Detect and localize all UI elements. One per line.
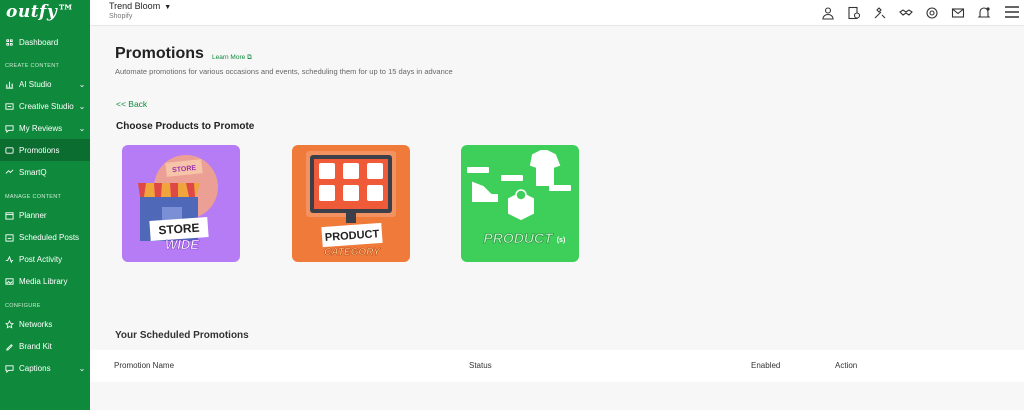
promotions-table-header: Promotion Name Status Enabled Action <box>90 350 1024 382</box>
sidebar-item-scheduled-posts[interactable]: Scheduled Posts <box>0 226 90 248</box>
menu-icon[interactable] <box>1004 5 1020 19</box>
chevron-down-icon: ⌄ <box>78 363 86 373</box>
product-category-line2: CATEGORY <box>324 247 381 258</box>
products-illustration: PRODUCT (s) <box>461 145 579 262</box>
smartq-icon <box>5 168 14 177</box>
page-subtitle: Automate promotions for various occasion… <box>115 67 453 76</box>
sidebar-item-label: Brand Kit <box>19 341 52 351</box>
chevron-down-icon: ⌄ <box>78 123 86 133</box>
sidebar-item-media-library[interactable]: Media Library <box>0 270 90 292</box>
topbar: Trend Bloom ▼ Shopify <box>90 0 1024 26</box>
products-card[interactable]: PRODUCT (s) <box>461 145 579 262</box>
sidebar: outfy™ Dashboard CREATE CONTENT AI Studi… <box>0 0 90 410</box>
dashboard-icon <box>5 38 14 47</box>
sidebar-item-label: Networks <box>19 319 53 329</box>
sidebar-item-label: Promotions <box>19 145 60 155</box>
store-wide-illustration: STORE STORE WIDE <box>122 145 240 262</box>
support-icon[interactable] <box>923 4 940 21</box>
sidebar-item-smartq[interactable]: SmartQ <box>0 161 90 183</box>
sidebar-item-label: Media Library <box>19 276 68 286</box>
external-link-icon: ⧉ <box>247 54 252 61</box>
store-platform: Shopify <box>109 13 133 20</box>
sidebar-item-promotions[interactable]: Promotions <box>0 139 90 161</box>
sidebar-item-ai-studio[interactable]: AI Studio ⌄ <box>0 73 90 95</box>
reviews-icon <box>5 124 14 133</box>
sidebar-item-planner[interactable]: Planner <box>0 204 90 226</box>
sidebar-item-label: SmartQ <box>19 167 47 177</box>
choose-products-heading: Choose Products to Promote <box>116 121 255 132</box>
planner-icon <box>5 211 14 220</box>
section-manage-content: MANAGE CONTENT <box>5 194 62 200</box>
sidebar-item-post-activity[interactable]: Post Activity <box>0 248 90 270</box>
learn-more-label: Learn More <box>212 54 246 61</box>
sidebar-item-my-reviews[interactable]: My Reviews ⌄ <box>0 117 90 139</box>
products-line1: PRODUCT <box>483 230 554 246</box>
sidebar-item-label: Dashboard <box>19 37 59 47</box>
billing-icon[interactable] <box>845 4 862 21</box>
store-wide-line2: WIDE <box>165 237 199 252</box>
sidebar-item-label: Scheduled Posts <box>19 232 80 242</box>
sidebar-item-label: My Reviews <box>19 123 63 133</box>
sidebar-item-networks[interactable]: Networks <box>0 313 90 335</box>
scheduled-promotions-heading: Your Scheduled Promotions <box>115 330 249 341</box>
handshake-icon[interactable] <box>897 4 914 21</box>
outfy-logo[interactable]: outfy™ <box>6 2 75 22</box>
column-action: Action <box>835 361 858 370</box>
chevron-down-icon: ⌄ <box>78 79 86 89</box>
sidebar-item-creative-studio[interactable]: Creative Studio ⌄ <box>0 95 90 117</box>
sidebar-item-captions[interactable]: Captions ⌄ <box>0 357 90 379</box>
tools-icon[interactable] <box>871 4 888 21</box>
back-link[interactable]: << Back <box>116 99 147 109</box>
product-category-illustration: PRODUCT CATEGORY <box>292 145 410 262</box>
topbar-icons <box>819 4 992 21</box>
chevron-down-icon: ⌄ <box>78 101 86 111</box>
product-category-card[interactable]: PRODUCT CATEGORY <box>292 145 410 262</box>
creative-studio-icon <box>5 102 14 111</box>
store-wide-card[interactable]: STORE STORE WIDE <box>122 145 240 262</box>
store-wide-line1: STORE <box>158 221 200 238</box>
column-enabled: Enabled <box>751 361 781 370</box>
mail-icon[interactable] <box>949 4 966 21</box>
brand-kit-icon <box>5 342 14 351</box>
ai-studio-icon <box>5 80 14 89</box>
products-line2: (s) <box>557 237 566 244</box>
sidebar-item-label: Creative Studio <box>19 101 74 111</box>
store-selector[interactable]: Trend Bloom ▼ <box>109 1 171 11</box>
networks-icon <box>5 319 14 329</box>
column-promotion-name: Promotion Name <box>114 361 175 370</box>
column-status: Status <box>469 361 492 370</box>
promotions-icon <box>5 146 14 155</box>
captions-icon <box>5 364 14 373</box>
sidebar-item-dashboard[interactable]: Dashboard <box>0 31 90 53</box>
sidebar-item-label: Captions <box>19 363 51 373</box>
notifications-icon[interactable] <box>975 4 992 21</box>
section-create-content: CREATE CONTENT <box>5 63 60 69</box>
learn-more-link[interactable]: Learn More ⧉ <box>212 54 252 62</box>
store-name: Trend Bloom <box>109 1 161 11</box>
section-configure: CONFIGURE <box>5 303 41 309</box>
page-title: Promotions <box>115 45 204 62</box>
caret-down-icon: ▼ <box>164 4 172 11</box>
user-icon[interactable] <box>819 4 836 21</box>
sidebar-item-label: Post Activity <box>19 254 63 264</box>
sidebar-item-label: Planner <box>19 210 47 220</box>
sidebar-item-brand-kit[interactable]: Brand Kit <box>0 335 90 357</box>
media-library-icon <box>5 277 14 286</box>
post-activity-icon <box>5 255 14 264</box>
scheduled-posts-icon <box>5 233 14 242</box>
sidebar-item-label: AI Studio <box>19 79 52 89</box>
